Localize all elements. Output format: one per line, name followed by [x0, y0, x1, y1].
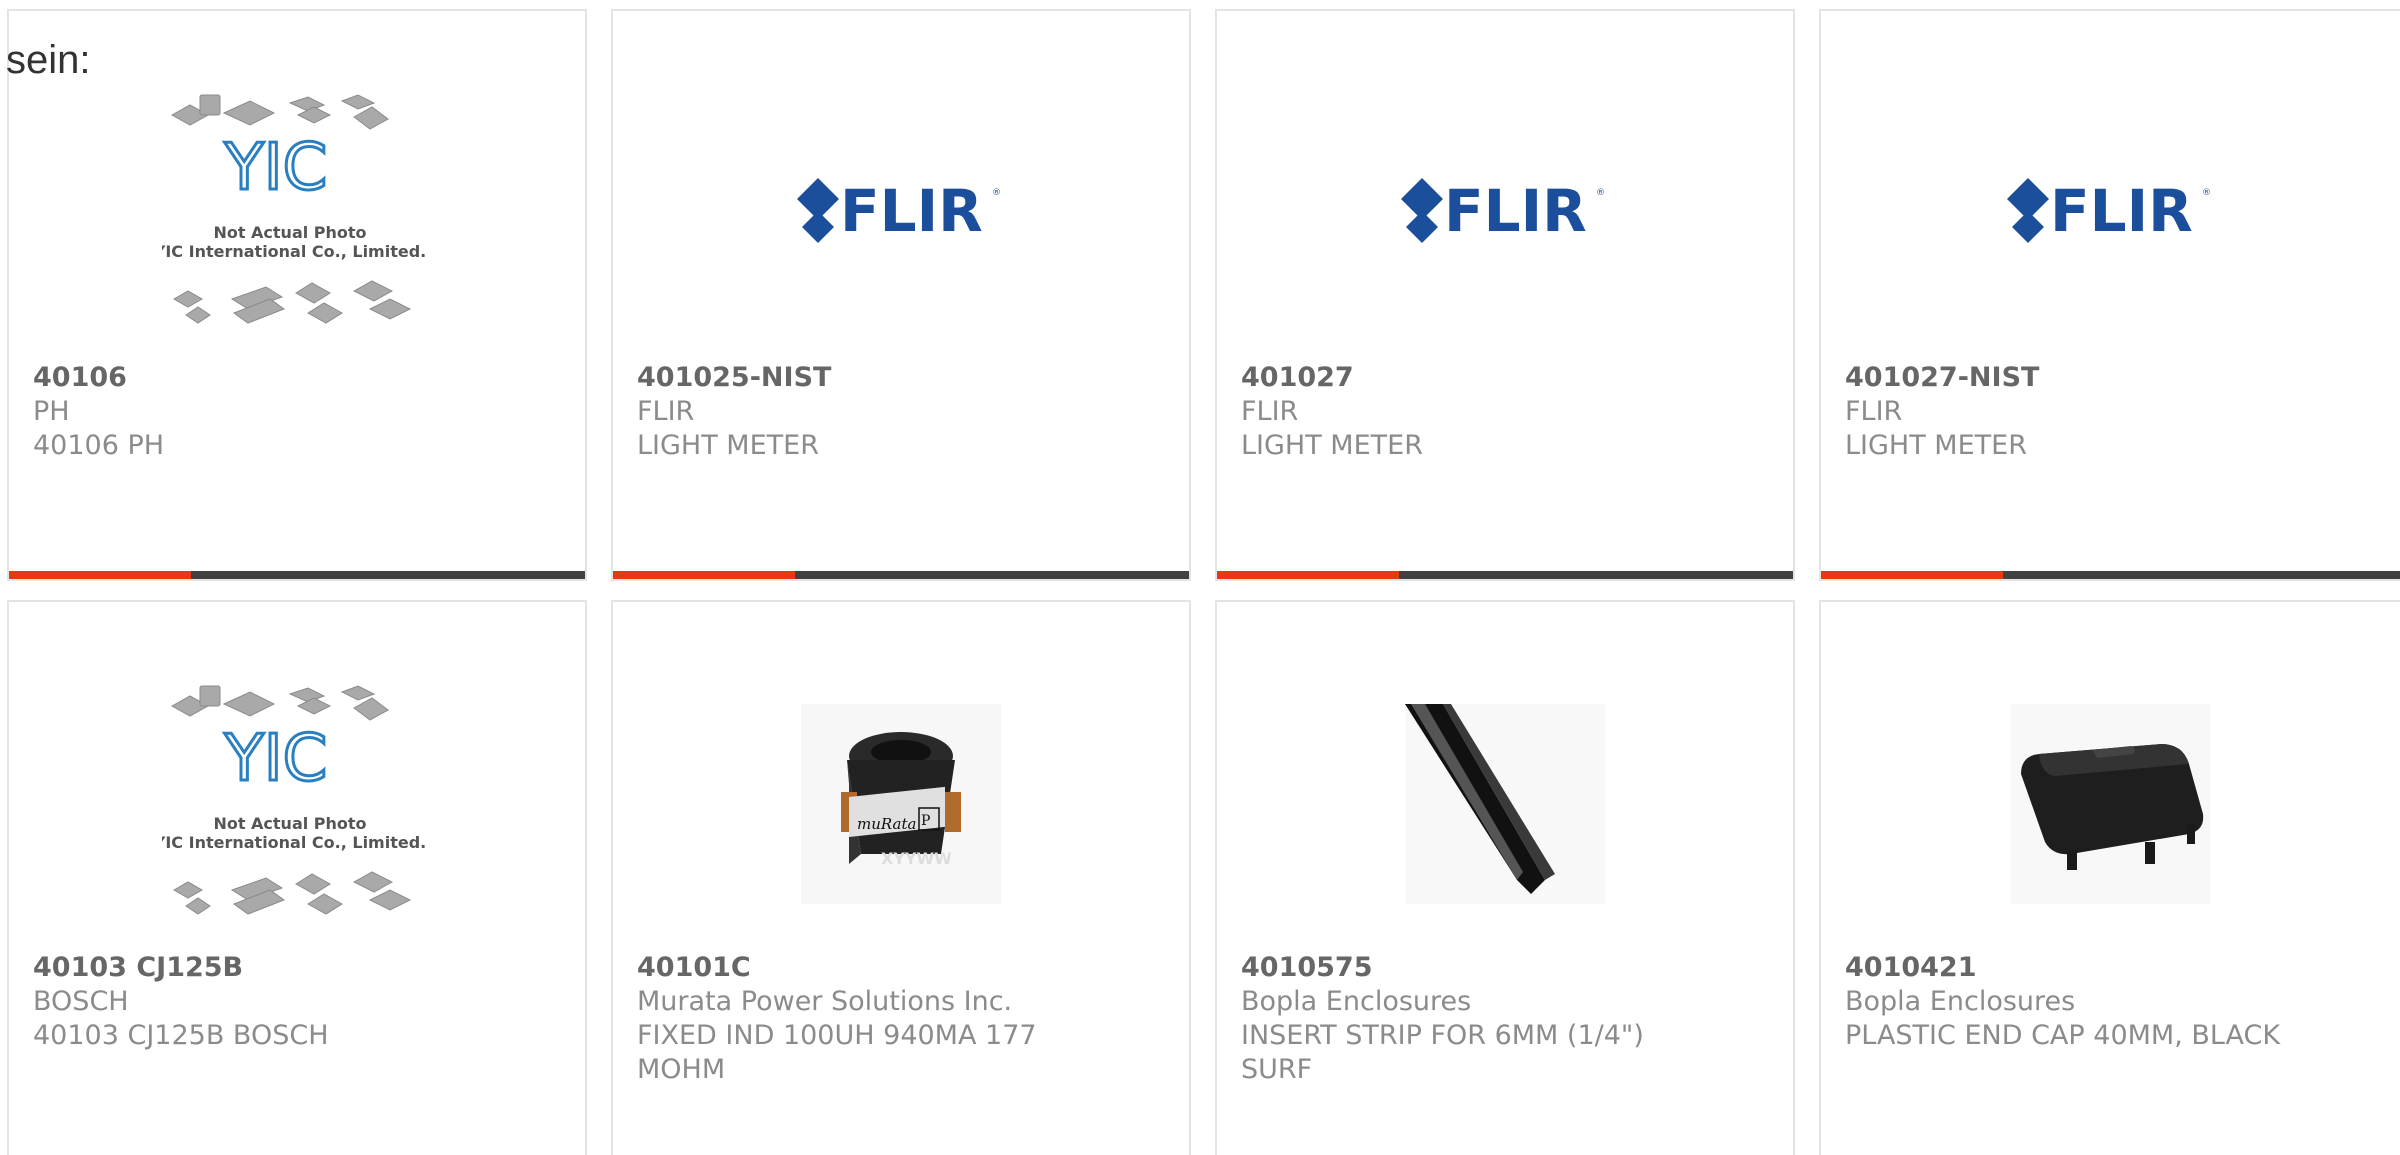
description: INSERT STRIP FOR 6MM (1/4") SURF: [1241, 1020, 1644, 1085]
manufacturer: FLIR: [637, 396, 695, 427]
svg-text:®: ®: [992, 188, 1001, 198]
product-card[interactable]: YIC Not Actual Photo YIC International C…: [7, 600, 587, 1155]
card-bottom-bar: [613, 571, 1189, 579]
product-info: 401025-NIST FLIR LIGHT METER: [637, 361, 1165, 463]
svg-text:YIC International Co., Limited: YIC International Co., Limited.: [162, 242, 426, 261]
product-card[interactable]: 4010575 Bopla Enclosures INSERT STRIP FO…: [1215, 600, 1795, 1155]
product-image-placeholder[interactable]: YIC Not Actual Photo YIC International C…: [11, 73, 583, 353]
description: PLASTIC END CAP 40MM, BLACK: [1845, 1020, 2281, 1051]
part-number[interactable]: 40101C: [637, 951, 1165, 985]
product-grid-page: sein: YIC Not Actual Photo YIC Internati…: [0, 0, 2400, 1155]
flir-logo-image[interactable]: FLIR ®: [615, 73, 1187, 353]
card-accent: [1217, 571, 1399, 579]
manufacturer: Bopla Enclosures: [1241, 986, 1472, 1017]
manufacturer: FLIR: [1845, 396, 1903, 427]
product-card[interactable]: FLIR ® 401027 FLIR LIGHT METER: [1215, 9, 1795, 581]
product-info: 401027 FLIR LIGHT METER: [1241, 361, 1769, 463]
product-card[interactable]: FLIR ® 401027-NIST FLIR LIGHT METER: [1819, 9, 2400, 581]
card-bottom-bar: [1821, 571, 2400, 579]
part-number[interactable]: 401027: [1241, 361, 1769, 395]
description: 40106 PH: [33, 430, 165, 461]
product-card[interactable]: muRata P XYYWW 40101C Murata Power Solut…: [611, 600, 1191, 1155]
flir-logo-text: FLIR: [2050, 177, 2193, 245]
svg-text:Not Actual Photo: Not Actual Photo: [213, 814, 366, 833]
product-card[interactable]: YIC Not Actual Photo YIC International C…: [7, 9, 587, 581]
flir-logo-text: FLIR: [1444, 177, 1587, 245]
part-number[interactable]: 40106: [33, 361, 561, 395]
svg-text:®: ®: [1596, 188, 1605, 198]
part-number[interactable]: 401025-NIST: [637, 361, 1165, 395]
part-number[interactable]: 4010575: [1241, 951, 1769, 985]
end-cap-photo[interactable]: [1823, 664, 2398, 944]
card-bottom-bar: [9, 571, 585, 579]
product-card[interactable]: 4010421 Bopla Enclosures PLASTIC END CAP…: [1819, 600, 2400, 1155]
flir-logo-text: FLIR: [840, 177, 983, 245]
product-info: 4010575 Bopla Enclosures INSERT STRIP FO…: [1241, 951, 1769, 1087]
description: LIGHT METER: [1241, 430, 1423, 461]
flir-logo-image[interactable]: FLIR ®: [1823, 73, 2398, 353]
svg-text:Not Actual Photo: Not Actual Photo: [213, 223, 366, 242]
insert-strip-photo[interactable]: [1219, 664, 1791, 944]
card-accent: [613, 571, 795, 579]
flir-logo-image[interactable]: FLIR ®: [1219, 73, 1791, 353]
svg-text:®: ®: [2202, 188, 2211, 198]
card-bottom-bar: [1217, 571, 1793, 579]
svg-text:muRata: muRata: [857, 815, 916, 833]
inductor-photo[interactable]: muRata P XYYWW: [615, 664, 1187, 944]
manufacturer: FLIR: [1241, 396, 1299, 427]
card-accent: [9, 571, 191, 579]
description: LIGHT METER: [1845, 430, 2027, 461]
svg-text:YIC International Co., Limited: YIC International Co., Limited.: [162, 833, 426, 852]
product-info: 401027-NIST FLIR LIGHT METER: [1845, 361, 2376, 463]
manufacturer: Murata Power Solutions Inc.: [637, 986, 1013, 1017]
description: LIGHT METER: [637, 430, 819, 461]
yic-logo: YIC: [224, 722, 328, 796]
product-info: 4010421 Bopla Enclosures PLASTIC END CAP…: [1845, 951, 2376, 1053]
manufacturer: PH: [33, 396, 70, 427]
card-accent: [1821, 571, 2003, 579]
product-info: 40101C Murata Power Solutions Inc. FIXED…: [637, 951, 1165, 1087]
part-number[interactable]: 4010421: [1845, 951, 2376, 985]
cut-off-heading: sein:: [6, 38, 91, 82]
product-info: 40106 PH 40106 PH: [33, 361, 561, 463]
svg-text:P: P: [921, 813, 930, 829]
svg-text:XYYWW: XYYWW: [881, 849, 952, 868]
description: FIXED IND 100UH 940MA 177 MOHM: [637, 1020, 1037, 1085]
manufacturer: BOSCH: [33, 986, 129, 1017]
part-number[interactable]: 40103 CJ125B: [33, 951, 561, 985]
product-card[interactable]: FLIR ® 401025-NIST FLIR LIGHT METER: [611, 9, 1191, 581]
product-image-placeholder[interactable]: YIC Not Actual Photo YIC International C…: [11, 664, 583, 944]
part-number[interactable]: 401027-NIST: [1845, 361, 2376, 395]
yic-logo: YIC: [224, 131, 328, 205]
product-info: 40103 CJ125B BOSCH 40103 CJ125B BOSCH: [33, 951, 561, 1053]
description: 40103 CJ125B BOSCH: [33, 1020, 329, 1051]
manufacturer: Bopla Enclosures: [1845, 986, 2076, 1017]
